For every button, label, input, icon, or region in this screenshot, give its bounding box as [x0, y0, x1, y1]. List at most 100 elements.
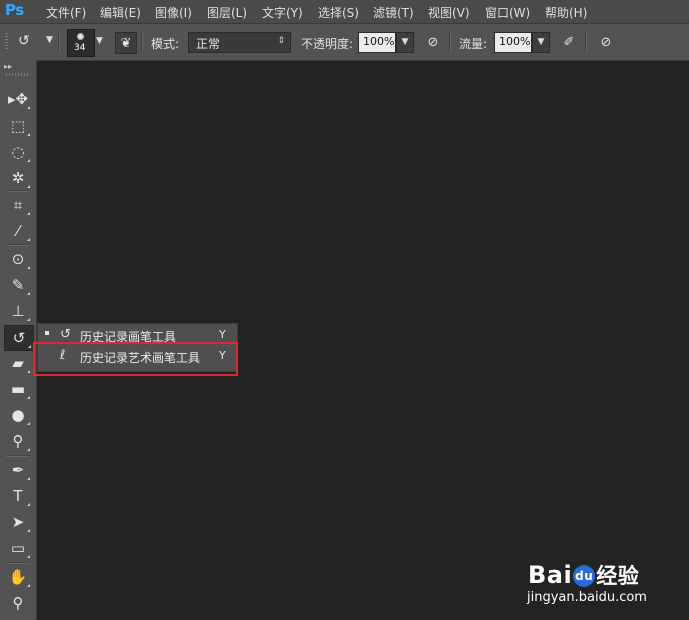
lasso-tool[interactable]: ◌ [4, 140, 32, 164]
flow-value: 100% [499, 35, 531, 48]
history-brush-icon: ↺ [18, 33, 30, 49]
logo-cn-text: 经验 [596, 564, 640, 588]
hand-tool[interactable]: ✋ [4, 565, 32, 589]
menu-help[interactable]: 帮助(H) [545, 4, 587, 21]
chevron-down-icon: ▼ [537, 37, 545, 47]
rectangle-tool[interactable]: ▭ [4, 536, 32, 560]
tablet-pressure-icon: ⊘ [427, 34, 439, 50]
opacity-dropdown[interactable]: ▼ [396, 32, 414, 53]
opacity-value: 100% [363, 35, 395, 48]
chevron-down-icon: ▼ [46, 35, 53, 45]
chevron-updown-icon: ⇕ [277, 36, 285, 46]
flyout-item-shortcut: Y [219, 328, 226, 341]
pen-tool[interactable]: ✒ [4, 458, 32, 482]
highlight-annotation [33, 342, 238, 376]
mode-label: 模式: [151, 37, 180, 51]
paw-icon: du [573, 565, 596, 587]
menu-edit[interactable]: 编辑(E) [100, 4, 141, 21]
pressure-opacity-button[interactable]: ⊘ [423, 32, 443, 52]
blur-drop-icon: ● [11, 406, 25, 424]
crop-tool[interactable]: ⌗ [4, 193, 32, 217]
toolbar-divider [6, 562, 30, 564]
tool-preset-picker[interactable]: ↺ ▼ [16, 31, 56, 53]
lasso-icon: ◌ [11, 143, 25, 161]
toolbar-divider [6, 190, 30, 192]
history-brush-icon: ↺ [12, 329, 26, 347]
airbrush-button[interactable]: ✐ [559, 32, 579, 52]
zoom-tool[interactable]: ⚲ [4, 591, 32, 615]
opacity-label: 不透明度: [301, 37, 354, 51]
menu-window[interactable]: 窗口(W) [485, 4, 530, 21]
watermark-url: jingyan.baidu.com [527, 590, 647, 605]
menu-layer[interactable]: 图层(L) [207, 4, 247, 21]
clone-stamp-tool[interactable]: ⊥ [4, 299, 32, 323]
mode-value: 正常 [196, 37, 221, 51]
separator [141, 32, 143, 52]
brush-panel-toggle[interactable]: ❦ [115, 32, 137, 54]
gradient-tool[interactable]: ▬ [4, 377, 32, 401]
flow-field[interactable]: 100% [494, 32, 532, 53]
spot-healing-tool[interactable]: ⊙ [4, 247, 32, 271]
type-tool[interactable]: T [4, 484, 32, 508]
toolbar-grip[interactable] [6, 73, 30, 76]
mode-select[interactable]: 正常 ⇕ [188, 32, 291, 53]
eraser-tool[interactable]: ▰ [4, 351, 32, 375]
history-brush-icon: ↺ [60, 327, 71, 342]
type-icon: T [13, 487, 23, 505]
menu-image[interactable]: 图像(I) [155, 4, 192, 21]
pressure-size-button[interactable]: ⊘ [596, 32, 616, 52]
menu-bar: Ps 文件(F) 编辑(E) 图像(I) 图层(L) 文字(Y) 选择(S) 滤… [0, 0, 689, 24]
blur-tool[interactable]: ● [4, 403, 32, 427]
stamp-icon: ⊥ [11, 302, 25, 320]
eyedropper-icon: ⁄ [16, 222, 20, 240]
brush-tool[interactable]: ✎ [4, 273, 32, 297]
tablet-pressure-size-icon: ⊘ [600, 34, 612, 50]
options-bar: ↺ ▼ 34 ▼ ❦ 模式: 正常 ⇕ 不透明度: 100% ▼ ⊘ 流量: 1… [0, 24, 689, 61]
toolbar-divider [6, 455, 30, 457]
brush-tip-icon [77, 33, 84, 40]
flow-label: 流量: [459, 37, 488, 51]
spot-healing-icon: ⊙ [11, 250, 25, 268]
tools-panel: ▸▸ ▸✥ ⬚ ◌ ✲ ⌗ ⁄ ⊙ ✎ ⊥ ↺ ▰ ▬ ● ⚲ ✒ T ➤ ▭ … [0, 60, 37, 620]
path-selection-tool[interactable]: ➤ [4, 510, 32, 534]
eraser-icon: ▰ [12, 354, 24, 372]
pen-icon: ✒ [11, 461, 25, 479]
collapse-panel-icon[interactable]: ▸▸ [4, 62, 12, 71]
airbrush-icon: ✐ [563, 34, 575, 50]
rectangle-icon: ▭ [10, 539, 26, 557]
toolbar-divider [6, 244, 30, 246]
move-icon: ▸✥ [7, 90, 29, 108]
brush-icon: ✎ [11, 276, 25, 294]
marquee-tool[interactable]: ⬚ [4, 114, 32, 138]
brush-preset-picker[interactable]: 34 [67, 29, 95, 57]
chevron-down-icon: ▼ [401, 37, 409, 47]
opacity-field[interactable]: 100% [358, 32, 396, 53]
menu-type[interactable]: 文字(Y) [262, 4, 303, 21]
separator [58, 32, 60, 52]
menu-view[interactable]: 视图(V) [428, 4, 470, 21]
logo-text: Bai [528, 561, 573, 589]
menu-file[interactable]: 文件(F) [46, 4, 86, 21]
history-brush-tool[interactable]: ↺ [4, 325, 34, 351]
magic-wand-tool[interactable]: ✲ [4, 166, 32, 190]
menu-filter[interactable]: 滤镜(T) [373, 4, 414, 21]
path-select-icon: ➤ [11, 513, 25, 531]
zoom-icon: ⚲ [12, 594, 24, 612]
dodge-icon: ⚲ [12, 432, 24, 450]
dodge-tool[interactable]: ⚲ [4, 429, 32, 453]
flow-dropdown[interactable]: ▼ [532, 32, 550, 53]
brush-size: 34 [74, 43, 86, 53]
chevron-down-icon[interactable]: ▼ [96, 36, 103, 46]
magic-wand-icon: ✲ [11, 169, 25, 187]
eyedropper-tool[interactable]: ⁄ [4, 219, 32, 243]
crop-icon: ⌗ [13, 196, 23, 214]
menu-select[interactable]: 选择(S) [318, 4, 359, 21]
options-bar-grip[interactable] [5, 33, 8, 51]
baidu-jingyan-logo: Bai du 经验 [528, 560, 639, 590]
rect-marquee-icon: ⬚ [10, 117, 26, 135]
app-logo: Ps [5, 1, 24, 19]
gradient-icon: ▬ [10, 380, 26, 398]
move-tool[interactable]: ▸✥ [4, 87, 32, 111]
selected-bullet-icon [45, 331, 49, 335]
hand-icon: ✋ [8, 568, 28, 586]
